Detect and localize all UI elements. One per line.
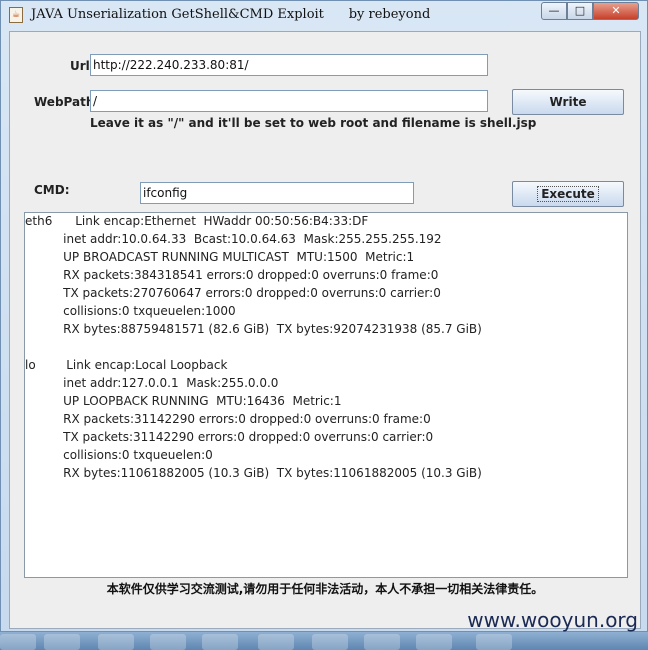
maximize-button[interactable]: □ (567, 2, 593, 20)
command-output[interactable]: eth6 Link encap:Ethernet HWaddr 00:50:56… (24, 212, 628, 578)
output-line: eth6 Link encap:Ethernet HWaddr 00:50:56… (25, 214, 369, 228)
output-line: RX bytes:88759481571 (82.6 GiB) TX bytes… (25, 322, 482, 336)
watermark: www.wooyun.org (467, 608, 638, 632)
output-line: collisions:0 txqueuelen:1000 (25, 304, 236, 318)
url-input[interactable]: http://222.240.233.80:81/ (90, 54, 488, 76)
title-bar[interactable]: ☕ JAVA Unserialization GetShell&CMD Expl… (1, 1, 647, 29)
app-window: ☕ JAVA Unserialization GetShell&CMD Expl… (0, 0, 648, 632)
output-line: RX packets:384318541 errors:0 dropped:0 … (25, 268, 439, 282)
execute-button[interactable]: Execute (512, 181, 624, 207)
chrome-icon[interactable] (44, 634, 80, 650)
output-line: UP LOOPBACK RUNNING MTU:16436 Metric:1 (25, 394, 342, 408)
java-app-icon[interactable] (476, 634, 512, 650)
taskbar-app-icon[interactable] (98, 634, 134, 650)
taskbar-app-icon[interactable] (364, 634, 400, 650)
taskbar-app-icon[interactable] (202, 634, 238, 650)
output-line: UP BROADCAST RUNNING MULTICAST MTU:1500 … (25, 250, 415, 264)
write-button[interactable]: Write (512, 89, 624, 115)
terminal-icon[interactable] (150, 634, 186, 650)
minimize-button[interactable]: — (541, 2, 567, 20)
taskbar (0, 632, 648, 650)
output-line: lo Link encap:Local Loopback (25, 358, 228, 372)
output-line: RX packets:31142290 errors:0 dropped:0 o… (25, 412, 431, 426)
java-app-icon: ☕ (9, 7, 23, 23)
execute-button-label: Execute (537, 186, 599, 202)
output-line: inet addr:127.0.0.1 Mask:255.0.0.0 (25, 376, 279, 390)
taskbar-app-icon[interactable] (312, 634, 348, 650)
output-line: TX packets:270760647 errors:0 dropped:0 … (25, 286, 441, 300)
close-button[interactable]: ✕ (593, 2, 639, 20)
main-panel: Url: http://222.240.233.80:81/ WebPath: … (9, 31, 641, 629)
output-line: collisions:0 txqueuelen:0 (25, 448, 213, 462)
disclaimer-text: 本软件仅供学习交流测试,请勿用于任何非法活动，本人不承担一切相关法律责任。 (106, 582, 544, 596)
window-title: JAVA Unserialization GetShell&CMD Exploi… (31, 7, 431, 22)
output-line: TX packets:31142290 errors:0 dropped:0 o… (25, 430, 434, 444)
output-line: inet addr:10.0.64.33 Bcast:10.0.64.63 Ma… (25, 232, 442, 246)
webpath-hint: Leave it as "/" and it'll be set to web … (90, 116, 537, 130)
webpath-input[interactable]: / (90, 90, 488, 112)
taskbar-app-icon[interactable] (0, 634, 36, 650)
taskbar-app-icon[interactable] (258, 634, 294, 650)
cmd-input[interactable]: ifconfig (140, 182, 414, 204)
taskbar-app-icon[interactable] (416, 634, 452, 650)
cmd-label: CMD: (34, 183, 70, 197)
output-line: RX bytes:11061882005 (10.3 GiB) TX bytes… (25, 466, 482, 480)
